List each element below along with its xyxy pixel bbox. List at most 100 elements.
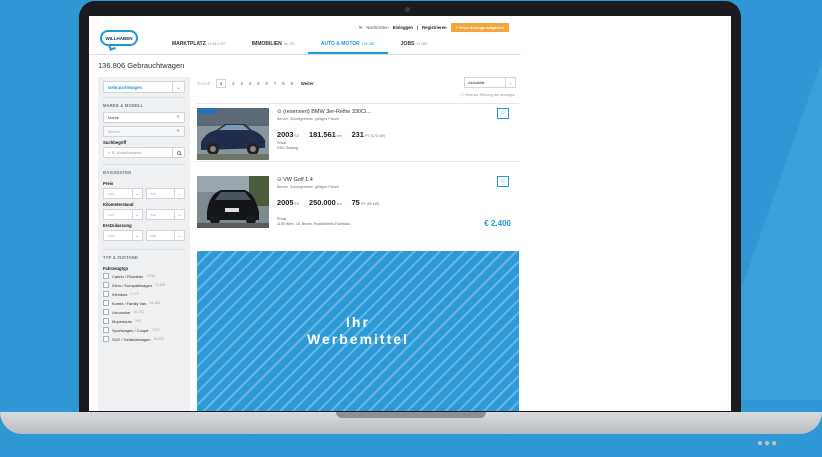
register-link[interactable]: Registrieren — [422, 25, 446, 30]
registration-range: von ⌄ bis ⌄ — [103, 230, 185, 241]
messages-link[interactable]: Nachrichten — [366, 25, 388, 30]
spec-year: 2005EZ — [277, 192, 299, 210]
checkbox[interactable] — [103, 309, 109, 315]
section-type-condition: TYP & ZUSTAND — [103, 249, 185, 264]
section-base-data: BASISDATEN — [103, 164, 185, 179]
make-field[interactable]: Marke + — [103, 112, 185, 123]
registration-to-text: bis — [150, 233, 156, 238]
search-label: Suchbegriff — [103, 140, 127, 145]
pager-page[interactable]: 2 — [232, 81, 234, 86]
registration-from-text: von — [108, 233, 115, 238]
pager-page[interactable]: 8 — [282, 81, 284, 86]
option-label: Kombi / Family Van — [112, 300, 147, 306]
login-link[interactable]: Einloggen — [393, 25, 413, 30]
car-photo-bmw — [197, 108, 269, 160]
price-range: von ⌄ bis ⌄ — [103, 188, 185, 199]
category-select[interactable]: Gebrauchtwagen ⌄ — [103, 81, 185, 93]
blank-screen-area — [521, 16, 731, 411]
ad-banner[interactable]: Ihr Werbemittel — [197, 251, 519, 411]
tab-label: AUTO & MOTOR — [320, 41, 360, 47]
star-icon[interactable]: ☆ — [497, 108, 509, 119]
checkbox[interactable] — [103, 336, 109, 342]
listing-title[interactable]: ⊙ (reserviert) BMW 3er-Reihe 330Ci... — [277, 109, 371, 115]
vehicle-type-option[interactable]: Kombi / Family Van 34.465 — [103, 300, 185, 306]
listing-seller: Privat 2301 Seyring — [277, 141, 298, 151]
registration-label: Erstzulassung — [103, 223, 132, 228]
post-ad-button[interactable]: + Neue Anzeige aufgeben — [450, 23, 509, 32]
pager-page[interactable]: 3 — [241, 81, 243, 86]
pager-page[interactable]: 9 — [291, 81, 293, 86]
checkbox[interactable] — [103, 300, 109, 306]
tab-count: 192.482 — [361, 42, 375, 46]
option-count: 3.996 — [146, 274, 155, 278]
tab-count: 21.084 — [416, 42, 428, 46]
option-label: Cabrio / Roadster — [112, 273, 144, 279]
spec-km-unit: km — [336, 202, 342, 206]
top-links: ✉ Nachrichten Einloggen | Registrieren +… — [359, 23, 509, 32]
registration-from[interactable]: von ⌄ — [103, 230, 143, 241]
listing-card[interactable]: ⊙ (reserviert) BMW 3er-Reihe 330Ci... Be… — [197, 103, 519, 161]
km-from[interactable]: von ⌄ — [103, 209, 143, 220]
tab-jobs[interactable]: JOBS 21.084 — [388, 41, 441, 54]
spec-year-unit: EZ — [294, 134, 300, 138]
vehicle-type-option[interactable]: Limousine 18.703 — [103, 309, 185, 315]
search-input[interactable]: z. B. Modellvariante — [103, 147, 173, 158]
pager-page[interactable]: 4 — [249, 81, 251, 86]
km-from-text: von — [108, 212, 115, 217]
chevron-down-icon: ⌄ — [172, 82, 184, 92]
registration-to[interactable]: bis ⌄ — [145, 230, 185, 241]
tab-auto-motor[interactable]: AUTO & MOTOR 192.482 — [307, 41, 388, 54]
price-from[interactable]: von ⌄ — [103, 188, 143, 199]
option-label: SUV / Geländewagen — [112, 336, 151, 342]
star-icon[interactable]: ☆ — [497, 176, 509, 187]
vehicle-type-option[interactable]: Mopedauto 346 — [103, 318, 185, 324]
pager-next[interactable]: Weiter — [301, 81, 314, 86]
pager-page[interactable]: 7 — [274, 81, 276, 86]
pager-page-current[interactable]: 1 — [215, 78, 227, 88]
option-label: Limousine — [112, 309, 131, 315]
km-to[interactable]: bis ⌄ — [145, 209, 185, 220]
ranking-info-link[interactable]: ⓘ Infos zur Reihung der Anzeigen — [460, 93, 515, 98]
chevron-down-icon: ⌄ — [174, 210, 184, 219]
plus-icon: + — [175, 114, 181, 121]
checkbox[interactable] — [103, 318, 109, 324]
listing-photo[interactable] — [197, 108, 269, 160]
pager-prev[interactable]: Zurück — [197, 81, 210, 86]
listing-specs: 2003EZ 181.561km 231PS (170 kW) — [277, 124, 385, 142]
search-button[interactable] — [173, 147, 185, 158]
vehicle-type-option[interactable]: Klein-/ Kompaktwagen 12.838 — [103, 282, 185, 288]
option-count: 7.057 — [151, 328, 160, 332]
pager-page[interactable]: 6 — [266, 81, 268, 86]
spec-km-unit: km — [336, 134, 342, 138]
listing-specs: 2005EZ 250.000km 75PS (55 kW) — [277, 192, 379, 210]
checkbox[interactable] — [103, 291, 109, 297]
checkbox[interactable] — [103, 273, 109, 279]
results-main: Zurück 1 2 3 4 5 6 7 8 9 Weiter Aktualit… — [197, 77, 521, 411]
plus-icon: + — [175, 128, 181, 135]
vehicle-type-option[interactable]: Cabrio / Roadster 3.996 — [103, 273, 185, 279]
main-nav: MARKTPLATZ 10.613.297 IMMOBILIEN 98.753 AU… — [159, 41, 440, 54]
spec-ps: 231PS (170 kW) — [352, 124, 386, 142]
tab-marktplatz[interactable]: MARKTPLATZ 10.613.297 — [159, 41, 239, 54]
checkbox[interactable] — [103, 327, 109, 333]
vehicle-type-option[interactable]: Sportwagen / Coupé 7.057 — [103, 327, 185, 333]
seller-location: 1150 Wien, 15. Bezirk, Rudolfsheim-Fünfh… — [277, 222, 351, 226]
model-field[interactable]: Modell + — [103, 126, 185, 137]
option-count: 2.476 — [130, 292, 139, 296]
sort-select[interactable]: Aktualität ⌄ — [464, 77, 516, 88]
listing-title[interactable]: ⊙ VW Golf 1.4 — [277, 177, 313, 183]
tab-label: MARKTPLATZ — [172, 41, 206, 47]
listing-card[interactable]: ⊙ VW Golf 1.4 Benzin, Schaltgetriebe, gü… — [197, 161, 519, 251]
km-range: von ⌄ bis ⌄ — [103, 209, 185, 220]
vehicle-type-option[interactable]: SUV / Geländewagen 36.690 — [103, 336, 185, 342]
tab-immobilien[interactable]: IMMOBILIEN 98.753 — [239, 41, 308, 54]
checkbox[interactable] — [103, 282, 109, 288]
vehicle-type-option[interactable]: Kleinbus 2.476 — [103, 291, 185, 297]
spec-km-value: 181.561 — [309, 130, 336, 139]
chevron-down-icon: ⌄ — [131, 231, 142, 240]
listing-photo[interactable] — [197, 176, 269, 228]
pager-page[interactable]: 5 — [257, 81, 259, 86]
price-to[interactable]: bis ⌄ — [145, 188, 185, 199]
site-logo[interactable]: WILLHABEN — [100, 30, 138, 46]
spec-year-value: 2005 — [277, 198, 294, 207]
